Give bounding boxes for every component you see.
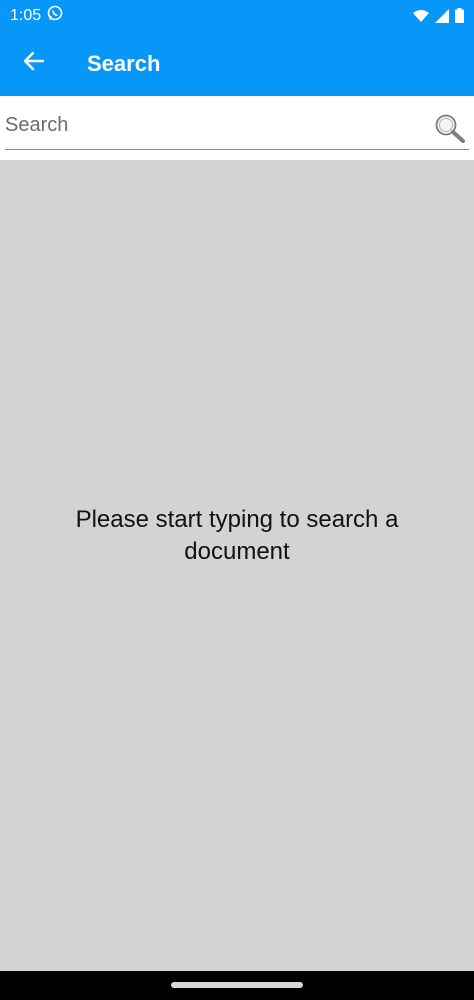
search-bar xyxy=(0,96,474,160)
search-input[interactable] xyxy=(5,108,427,142)
status-left: 1:05 xyxy=(10,5,63,26)
search-underline xyxy=(5,149,469,150)
status-right xyxy=(413,8,464,23)
signal-icon xyxy=(435,8,449,23)
navigation-bar xyxy=(0,971,474,1000)
status-bar: 1:05 xyxy=(0,0,474,31)
wifi-icon xyxy=(413,9,429,23)
status-time: 1:05 xyxy=(10,6,42,24)
whatsapp-icon xyxy=(47,5,63,26)
battery-icon xyxy=(455,8,464,23)
results-area: Please start typing to search a document xyxy=(0,160,474,971)
home-indicator[interactable] xyxy=(171,982,303,988)
app-bar: Search xyxy=(0,31,474,96)
empty-state-message: Please start typing to search a document xyxy=(75,506,399,565)
arrow-left-icon xyxy=(23,51,45,76)
page-title: Search xyxy=(87,50,161,76)
back-button[interactable] xyxy=(0,31,68,96)
search-icon[interactable] xyxy=(434,113,466,143)
